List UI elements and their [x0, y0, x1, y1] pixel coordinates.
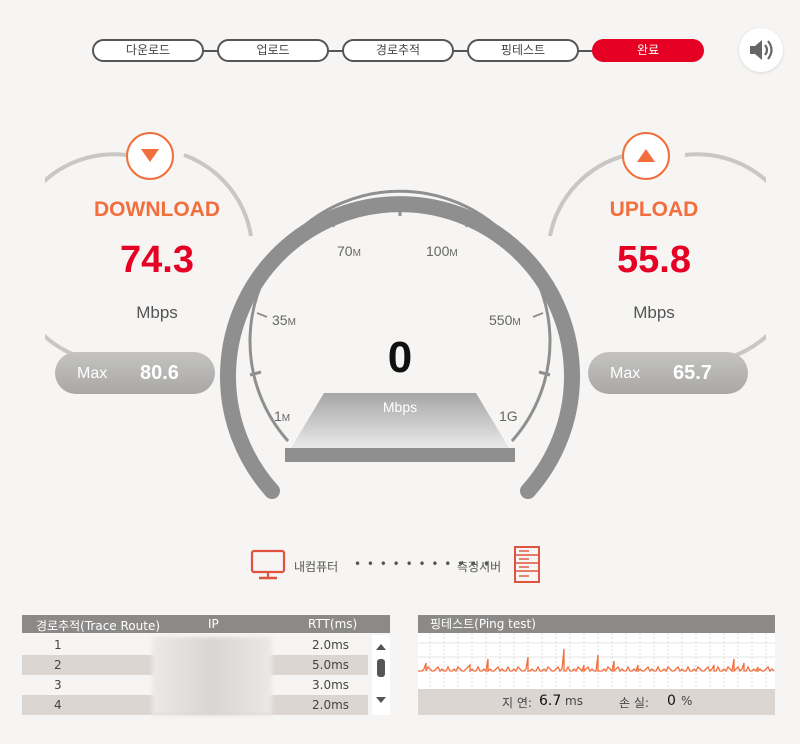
upload-max-value: 65.7	[673, 362, 712, 384]
server-icon	[514, 546, 540, 583]
upload-max-label: Max	[610, 365, 641, 382]
speaker-icon	[750, 40, 773, 60]
upload-max-box: Max 65.7	[588, 352, 748, 394]
step-upload: 업로드	[217, 39, 329, 62]
tick-label-35m: 35M	[272, 312, 296, 328]
my-computer-label: 내컴퓨터	[294, 560, 339, 574]
trace-ip-header: IP	[208, 617, 219, 631]
trace-rtt: 3.0ms	[312, 678, 350, 692]
step-complete: 완료	[592, 39, 704, 62]
ip-column-redacted	[152, 637, 272, 715]
step-download: 다운로드	[92, 39, 204, 62]
ping-graph	[418, 633, 775, 689]
loss-unit: %	[681, 694, 693, 708]
trace-hop: 1	[54, 638, 62, 652]
sound-toggle-button[interactable]	[739, 28, 783, 72]
latency-unit: ms	[565, 694, 583, 708]
trace-scrollbar[interactable]	[372, 635, 390, 715]
latency-label: 지 연:	[502, 696, 532, 710]
trace-hop-header: 경로추적(Trace Route)	[36, 619, 161, 633]
tick-label-70m: 70M	[337, 243, 361, 259]
step-traceroute: 경로추적	[342, 39, 454, 62]
server-label: 측정서버	[457, 560, 502, 574]
step-pingtest: 핑테스트	[467, 39, 579, 62]
speedometer: 1M 35M 70M 100M 550M 1G 0 Mbps	[212, 175, 588, 505]
trace-hop: 4	[54, 698, 62, 712]
connection-indicator: 내컴퓨터 • • • • • • • • • • • 측정서버	[250, 545, 550, 585]
trace-rtt: 2.0ms	[312, 638, 350, 652]
ping-test-panel: 핑테스트(Ping test) 지 연: 6.7 ms 손 실: 0 %	[418, 615, 775, 715]
arrow-down-icon	[126, 132, 174, 180]
scroll-up-icon[interactable]	[376, 644, 386, 650]
current-speed-unit: Mbps	[382, 399, 418, 415]
tick-label-100m: 100M	[426, 243, 458, 259]
trace-route-header: 경로추적(Trace Route) IP RTT(ms)	[22, 615, 390, 633]
scroll-thumb[interactable]	[377, 659, 385, 677]
computer-icon	[250, 549, 286, 580]
ping-stats: 지 연: 6.7 ms 손 실: 0 %	[418, 689, 775, 715]
latency-value: 6.7	[539, 693, 562, 709]
trace-rtt-header: RTT(ms)	[308, 617, 358, 631]
trace-hop: 2	[54, 658, 62, 672]
loss-label: 손 실:	[619, 696, 649, 710]
download-max-label: Max	[77, 365, 108, 382]
trace-route-table: 경로추적(Trace Route) IP RTT(ms) 1 2.0ms 2 5…	[22, 615, 390, 715]
scroll-down-icon[interactable]	[376, 697, 386, 703]
trace-hop: 3	[54, 678, 62, 692]
loss-value: 0	[667, 693, 676, 709]
progress-steps: 다운로드 업로드 경로추적 핑테스트 완료	[92, 39, 704, 63]
download-max-value: 80.6	[140, 362, 179, 384]
arrow-up-icon	[622, 132, 670, 180]
current-speed: 0	[387, 333, 413, 382]
ping-test-title: 핑테스트(Ping test)	[418, 615, 775, 633]
trace-rtt: 5.0ms	[312, 658, 350, 672]
trace-rtt: 2.0ms	[312, 698, 350, 712]
download-max-box: Max 80.6	[55, 352, 215, 394]
tick-label-550m: 550M	[489, 312, 521, 328]
